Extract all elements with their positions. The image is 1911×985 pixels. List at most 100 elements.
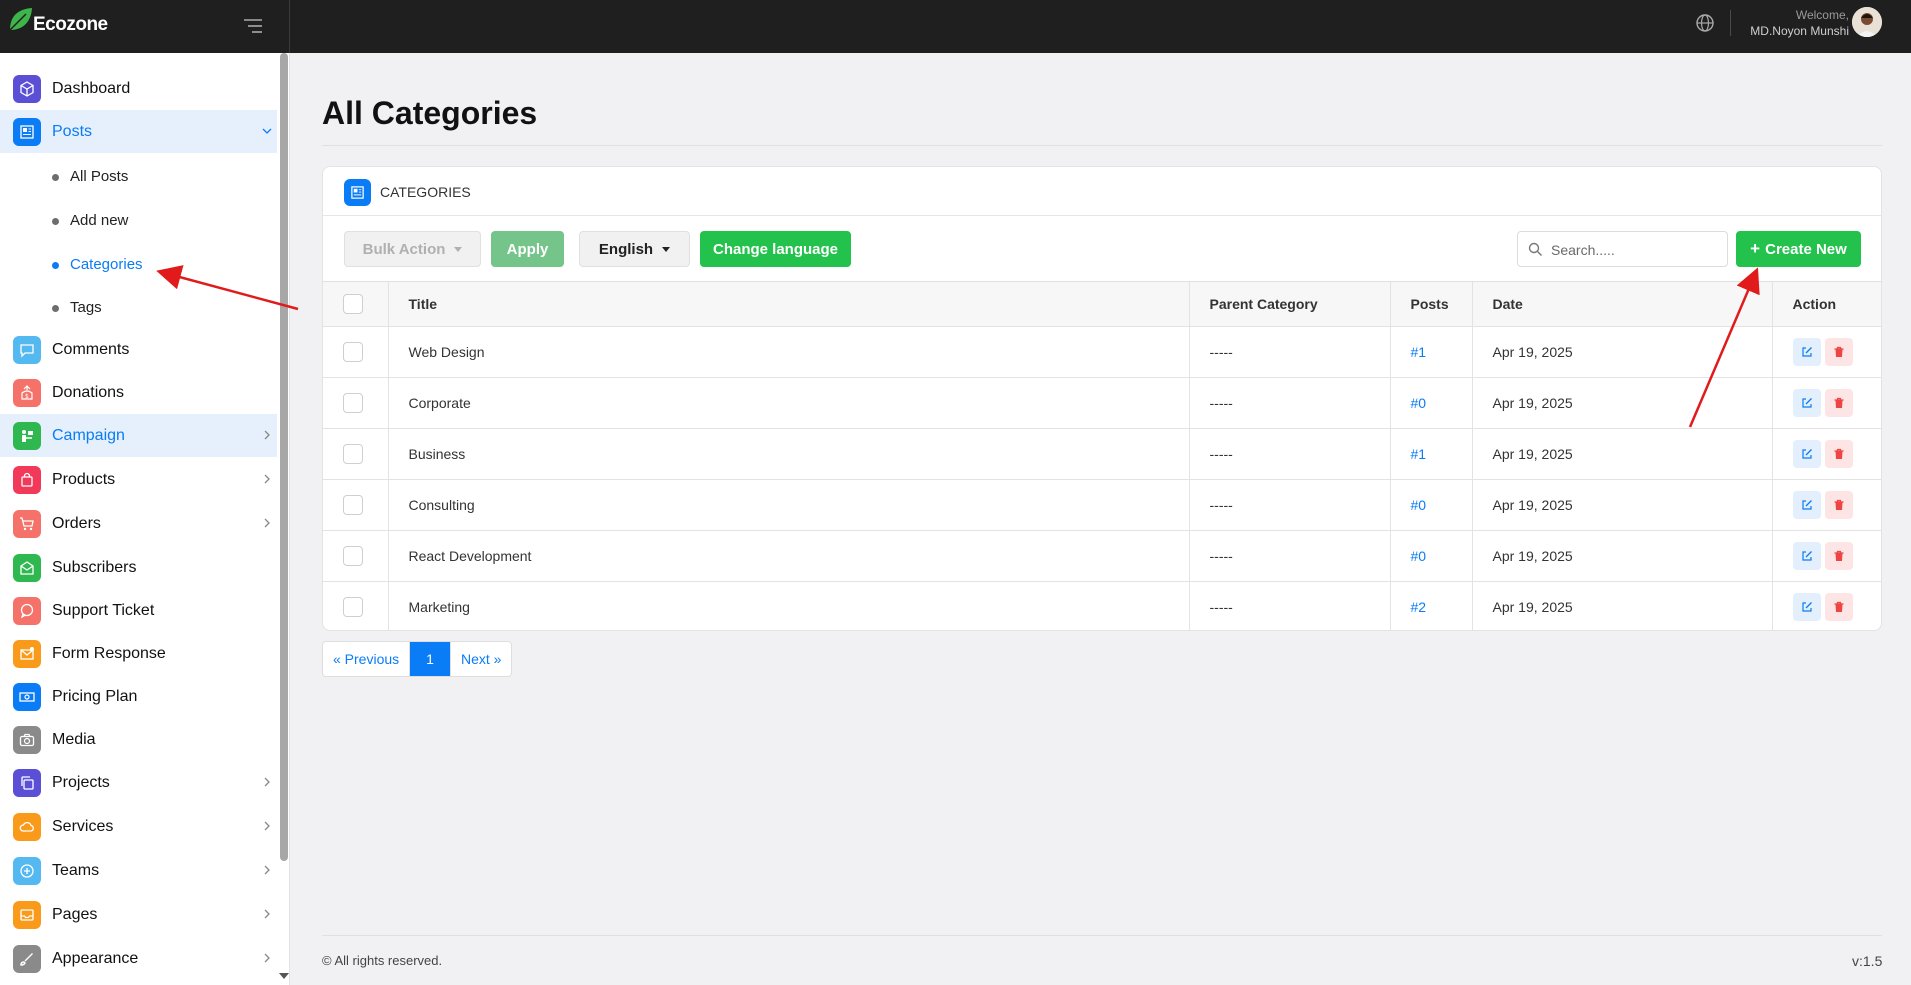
delete-button[interactable] xyxy=(1824,337,1853,366)
sidebar-item-projects[interactable]: Projects xyxy=(0,761,277,804)
delete-button[interactable] xyxy=(1824,541,1853,570)
posts-count-link[interactable]: #0 xyxy=(1411,395,1427,411)
edit-button[interactable] xyxy=(1792,337,1821,366)
sidebar-item-subscribers[interactable]: Subscribers xyxy=(0,546,277,589)
pagination-next[interactable]: Next » xyxy=(451,642,511,676)
apply-label: Apply xyxy=(506,240,549,258)
row-checkbox[interactable] xyxy=(343,545,363,566)
row-checkbox[interactable] xyxy=(343,596,363,617)
posts-count-link[interactable]: #1 xyxy=(1411,446,1427,462)
trash-icon xyxy=(1834,448,1843,459)
edit-button[interactable] xyxy=(1792,439,1821,468)
chevron-right-icon xyxy=(264,430,270,440)
cube-icon xyxy=(13,75,41,103)
delete-button[interactable] xyxy=(1824,490,1853,519)
sidebar-item-pages[interactable]: Pages xyxy=(0,893,277,936)
bulk-action-label: Bulk Action xyxy=(362,240,446,258)
sidebar-subitem-categories[interactable]: Categories xyxy=(0,247,277,281)
cell-date: Apr 19, 2025 xyxy=(1472,428,1773,480)
sidebar-item-posts[interactable]: Posts xyxy=(0,110,277,153)
edit-button[interactable] xyxy=(1792,490,1821,519)
delete-button[interactable] xyxy=(1824,439,1853,468)
sidebar-item-label: Subscribers xyxy=(52,559,137,576)
row-checkbox[interactable] xyxy=(343,392,363,413)
select-all-checkbox[interactable] xyxy=(343,293,363,314)
column-header-title[interactable]: Title xyxy=(388,282,1190,327)
cell-title: Business xyxy=(388,428,1190,480)
row-checkbox[interactable] xyxy=(343,443,363,464)
plus-icon: + xyxy=(1750,239,1761,258)
cart-icon xyxy=(13,510,41,538)
sidebar-subitem-label: Categories xyxy=(70,256,143,273)
caret-down-icon xyxy=(454,246,463,252)
pagination-page-1[interactable]: 1 xyxy=(410,642,451,676)
sidebar-item-products[interactable]: Products xyxy=(0,458,277,501)
newspaper-icon xyxy=(13,118,41,146)
column-header-parent[interactable]: Parent Category xyxy=(1189,282,1391,327)
sidebar-item-pricing-plan[interactable]: Pricing Plan xyxy=(0,675,277,718)
globe-icon[interactable] xyxy=(1694,12,1716,34)
sidebar-subitem-tags[interactable]: Tags xyxy=(0,290,277,324)
sidebar-item-label: Appearance xyxy=(52,950,139,967)
sidebar-item-dashboard[interactable]: Dashboard xyxy=(0,67,277,110)
posts-count-link[interactable]: #1 xyxy=(1411,344,1427,360)
column-header-date[interactable]: Date xyxy=(1472,282,1773,327)
change-language-button[interactable]: Change language xyxy=(700,231,851,267)
sidebar-subitem-all-posts[interactable]: All Posts xyxy=(0,159,277,193)
edit-icon xyxy=(1801,397,1812,408)
create-new-button[interactable]: + Create New xyxy=(1736,231,1861,267)
brand-name: Ecozone xyxy=(33,14,108,35)
chevron-right-icon xyxy=(264,865,270,875)
sidebar-item-form-response[interactable]: Form Response xyxy=(0,632,277,675)
sidebar: Dashboard Posts All Posts Add new Catego… xyxy=(0,53,290,985)
brand: Ecozone xyxy=(0,0,290,53)
sidebar-item-media[interactable]: Media xyxy=(0,718,277,761)
cell-parent: ----- xyxy=(1189,326,1391,378)
search-input[interactable] xyxy=(1551,240,1721,260)
avatar[interactable] xyxy=(1852,7,1882,37)
bullet-dot-icon xyxy=(52,305,59,312)
sidebar-item-orders[interactable]: Orders xyxy=(0,502,277,545)
sidebar-subitem-label: Tags xyxy=(70,299,102,316)
sidebar-item-comments[interactable]: Comments xyxy=(0,328,277,371)
sidebar-item-label: Media xyxy=(52,731,96,748)
posts-count-link[interactable]: #0 xyxy=(1411,497,1427,513)
cell-date: Apr 19, 2025 xyxy=(1472,581,1773,630)
delete-button[interactable] xyxy=(1824,592,1853,621)
bullet-dot-icon xyxy=(52,262,59,269)
card-title: CATEGORIES xyxy=(380,184,471,200)
menu-toggle-icon[interactable] xyxy=(242,15,264,37)
sidebar-item-label: Form Response xyxy=(52,645,166,662)
pagination-previous[interactable]: « Previous xyxy=(323,642,411,676)
row-checkbox[interactable] xyxy=(343,341,363,362)
scroll-down-arrow-icon[interactable] xyxy=(279,973,289,979)
table-row: Marketing ----- #2 Apr 19, 2025 xyxy=(323,581,1881,630)
edit-button[interactable] xyxy=(1792,388,1821,417)
sidebar-item-donations[interactable]: $ Donations xyxy=(0,371,277,414)
cell-title: React Development xyxy=(388,530,1190,582)
top-bar: Ecozone Welcome, MD.Noyon Munshi xyxy=(0,0,1911,53)
categories-card: CATEGORIES Bulk Action Apply English Cha… xyxy=(322,166,1882,631)
apply-button[interactable]: Apply xyxy=(491,231,564,267)
edit-icon xyxy=(1801,346,1812,357)
delete-button[interactable] xyxy=(1824,388,1853,417)
column-header-posts[interactable]: Posts xyxy=(1390,282,1473,327)
sidebar-subitem-add-new[interactable]: Add new xyxy=(0,203,277,237)
sidebar-item-services[interactable]: Services xyxy=(0,805,277,848)
row-checkbox[interactable] xyxy=(343,494,363,515)
sidebar-item-appearance[interactable]: Appearance xyxy=(0,937,277,980)
language-dropdown[interactable]: English xyxy=(579,231,690,267)
user-menu[interactable]: Welcome, MD.Noyon Munshi xyxy=(1750,8,1849,39)
edit-button[interactable] xyxy=(1792,541,1821,570)
trash-icon xyxy=(1834,397,1843,408)
sidebar-scrollbar[interactable] xyxy=(280,53,288,861)
sidebar-item-support-ticket[interactable]: Support Ticket xyxy=(0,589,277,632)
sidebar-item-campaign[interactable]: Campaign xyxy=(0,414,277,457)
table-row: Corporate ----- #0 Apr 19, 2025 xyxy=(323,377,1881,429)
posts-count-link[interactable]: #2 xyxy=(1411,599,1427,615)
posts-count-link[interactable]: #0 xyxy=(1411,548,1427,564)
edit-button[interactable] xyxy=(1792,592,1821,621)
bulk-action-dropdown[interactable]: Bulk Action xyxy=(344,231,481,267)
sidebar-item-teams[interactable]: Teams xyxy=(0,849,277,892)
select-all-cell xyxy=(323,282,389,327)
